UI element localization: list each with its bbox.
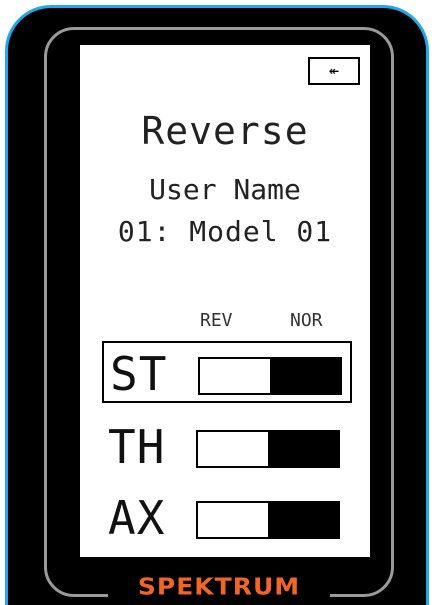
back-button[interactable]: ↞	[308, 57, 360, 85]
reverse-toggle-st[interactable]	[198, 357, 342, 395]
page-title: Reverse	[141, 109, 309, 153]
user-name: User Name	[149, 173, 301, 206]
back-arrow-icon: ↞	[328, 61, 340, 81]
column-header-rev: REV	[200, 310, 233, 331]
channel-label: ST	[110, 347, 168, 401]
lcd-screen: ↞ Reverse User Name 01: Model 01 REV NOR…	[80, 45, 370, 557]
channel-row-ax[interactable]: AX	[102, 487, 352, 549]
toggle-fill	[268, 503, 338, 537]
brand-logo: SPEKTRUM	[137, 572, 301, 600]
reverse-toggle-th[interactable]	[196, 430, 340, 468]
toggle-fill	[270, 359, 340, 393]
channel-row-st[interactable]: ST	[102, 341, 352, 403]
channel-label: TH	[108, 420, 166, 474]
toggle-fill	[268, 432, 338, 466]
channel-label: AX	[108, 491, 166, 545]
channel-row-th[interactable]: TH	[102, 416, 352, 478]
reverse-toggle-ax[interactable]	[196, 501, 340, 539]
model-name: 01: Model 01	[117, 215, 333, 248]
column-header-nor: NOR	[290, 310, 323, 331]
